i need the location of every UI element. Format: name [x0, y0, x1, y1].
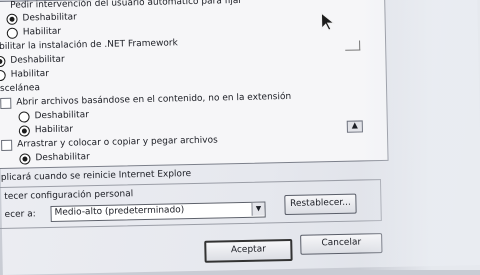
radio-enable-dotnet-label: Habilitar	[10, 68, 50, 80]
radio-disable-prompt[interactable]	[6, 13, 18, 25]
restart-note: plicará cuando se reinicie Internet Expl…	[0, 169, 192, 184]
radio-enable-open-files-label: Habilitar	[34, 124, 74, 136]
chevron-down-icon: ▼	[251, 202, 265, 216]
radio-enable-prompt[interactable]	[6, 27, 18, 39]
radio-enable-open-files[interactable]	[18, 125, 30, 137]
reset-group-title: tecer configuración personal	[4, 189, 134, 202]
radio-disable-prompt-label: Deshabilitar	[22, 12, 77, 24]
radio-enable-prompt-label: Habilitar	[22, 26, 62, 38]
screen-glare	[360, 0, 480, 270]
reset-level-select[interactable]: Medio-alto (predeterminado) ▼	[50, 201, 266, 222]
radio-enable-dotnet[interactable]	[0, 69, 6, 82]
setting-open-files: Abrir archivos basándose en el contenido…	[16, 91, 292, 108]
drag-drop-setting-icon	[1, 139, 13, 152]
radio-disable-drag-drop[interactable]	[19, 153, 31, 165]
reset-level-value: Medio-alto (predeterminado)	[54, 205, 185, 218]
ok-button[interactable]: Aceptar	[204, 238, 293, 263]
radio-disable-dotnet-label: Deshabilitar	[10, 54, 65, 66]
setting-dotnet-install: bilitar la instalación de .NET Framework	[0, 38, 178, 53]
reset-to-label: ecer a:	[4, 209, 36, 220]
mouse-pointer-icon	[320, 12, 336, 31]
setting-user-prompt: Pedir intervención del usuario automátic…	[10, 0, 243, 11]
category-misc: scelánea	[0, 83, 41, 95]
open-files-setting-icon	[0, 97, 12, 110]
radio-disable-open-files-label: Deshabilitar	[34, 110, 89, 122]
reset-group: tecer configuración personal ecer a: Med…	[0, 179, 382, 230]
reset-button[interactable]: Restablecer...	[284, 193, 357, 216]
radio-disable-drag-drop-label: Deshabilitar	[35, 152, 90, 164]
setting-drag-drop: Arrastrar y colocar o copiar y pegar arc…	[17, 135, 218, 150]
radio-disable-dotnet[interactable]	[0, 55, 6, 68]
list-corner-mark	[345, 40, 361, 51]
radio-disable-open-files[interactable]	[18, 111, 30, 123]
